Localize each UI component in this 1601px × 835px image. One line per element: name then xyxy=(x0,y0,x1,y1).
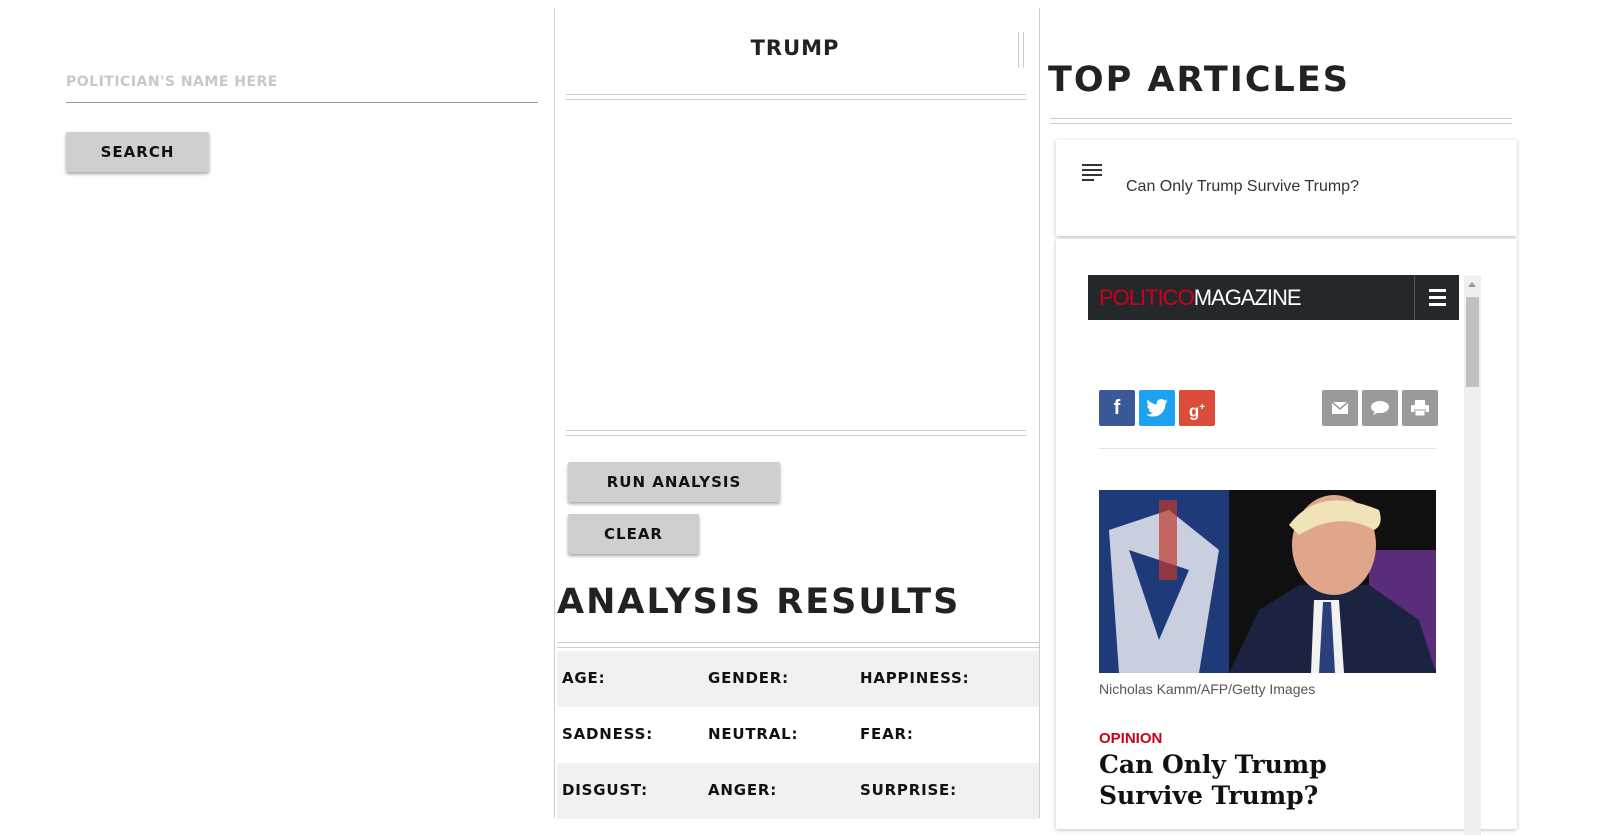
embed-headline: Can Only Trump Survive Trump? xyxy=(1099,750,1327,810)
articles-rule xyxy=(1050,118,1512,124)
happiness-label: HAPPINESS: xyxy=(860,669,970,687)
clear-button[interactable]: CLEAR xyxy=(568,514,699,554)
share-divider xyxy=(1099,448,1436,449)
sadness-label: SADNESS: xyxy=(562,725,653,743)
section-label[interactable]: OPINION xyxy=(1099,730,1162,747)
politico-magazine-logo[interactable]: POLITICOMAGAZINE xyxy=(1099,285,1302,311)
article-title-link[interactable]: Can Only Trump Survive Trump? xyxy=(1126,178,1359,196)
column-divider-left xyxy=(554,8,555,818)
politico-header-bar: POLITICOMAGAZINE xyxy=(1088,275,1459,320)
analysis-results-heading: ANALYSIS RESULTS xyxy=(557,582,961,622)
print-icon[interactable] xyxy=(1402,390,1438,426)
age-label: AGE: xyxy=(562,669,606,687)
embed-scrollbar[interactable] xyxy=(1464,275,1481,835)
image-area-bottom-rule xyxy=(566,430,1026,436)
neutral-label: NEUTRAL: xyxy=(708,725,799,743)
article-card-body: POLITICOMAGAZINE f g+ Nicholas Kamm/AFP/… xyxy=(1056,239,1517,835)
column-divider-right xyxy=(1039,8,1040,818)
facebook-icon[interactable]: f xyxy=(1099,390,1135,426)
top-articles-heading: TOP ARTICLES xyxy=(1048,60,1350,100)
results-row: DISGUST: ANGER: SURPRISE: xyxy=(557,763,1039,819)
search-button[interactable]: SEARCH xyxy=(66,132,209,172)
list-icon xyxy=(1082,164,1102,184)
run-analysis-button[interactable]: RUN ANALYSIS xyxy=(568,462,780,502)
fear-label: FEAR: xyxy=(860,725,914,743)
article-embed-frame[interactable]: POLITICOMAGAZINE f g+ Nicholas Kamm/AFP/… xyxy=(1088,275,1482,835)
scroll-up-icon[interactable] xyxy=(1468,282,1476,287)
gender-label: GENDER: xyxy=(708,669,789,687)
comment-icon[interactable] xyxy=(1362,390,1398,426)
surprise-label: SURPRISE: xyxy=(860,781,957,799)
hamburger-menu-icon[interactable] xyxy=(1414,275,1459,320)
results-rule xyxy=(557,642,1039,648)
scroll-thumb[interactable] xyxy=(1466,297,1479,387)
article-card-header[interactable]: Can Only Trump Survive Trump? xyxy=(1056,140,1517,236)
email-icon[interactable] xyxy=(1322,390,1358,426)
results-row: SADNESS: NEUTRAL: FEAR: xyxy=(557,707,1039,763)
selected-politician-name: TRUMP xyxy=(750,36,840,60)
photo-credit: Nicholas Kamm/AFP/Getty Images xyxy=(1099,681,1316,697)
anger-label: ANGER: xyxy=(708,781,778,799)
article-photo xyxy=(1099,490,1436,673)
results-row: AGE: GENDER: HAPPINESS: xyxy=(557,651,1039,707)
google-plus-icon[interactable]: g+ xyxy=(1179,390,1215,426)
twitter-icon[interactable] xyxy=(1139,390,1175,426)
analysis-image-area xyxy=(566,100,1026,426)
politician-name-input[interactable] xyxy=(66,62,538,103)
header-scroll-edge xyxy=(1018,32,1024,68)
disgust-label: DISGUST: xyxy=(562,781,648,799)
